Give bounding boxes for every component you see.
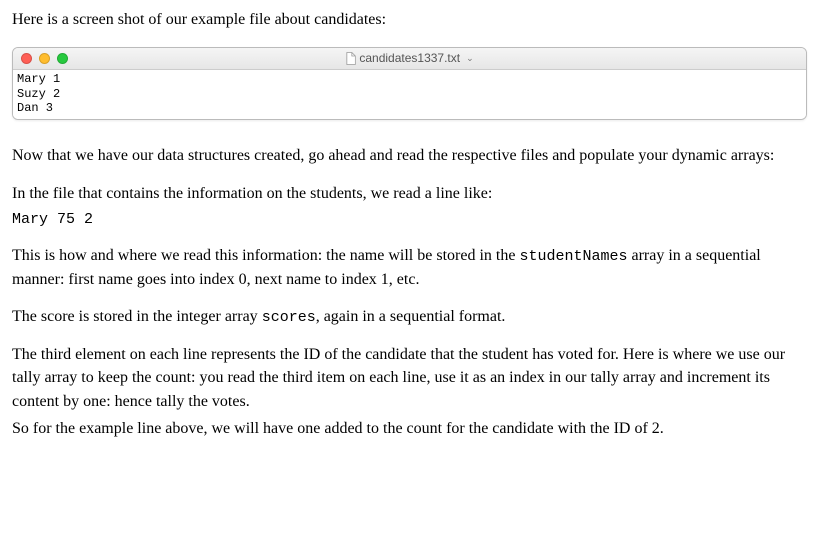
close-icon[interactable] [21, 53, 32, 64]
filename-label: candidates1337.txt [359, 50, 460, 67]
body-paragraph: In the file that contains the informatio… [12, 182, 807, 205]
file-line: Dan 3 [17, 101, 53, 115]
file-icon [345, 52, 355, 65]
window-titlebar: candidates1337.txt ⌄ [13, 48, 806, 70]
body-paragraph: The score is stored in the integer array… [12, 305, 807, 329]
body-paragraph: Now that we have our data structures cre… [12, 144, 807, 167]
intro-text: Here is a screen shot of our example fil… [12, 8, 807, 31]
text-editor-window: candidates1337.txt ⌄ Mary 1 Suzy 2 Dan 3 [12, 47, 807, 120]
body-paragraph: The third element on each line represent… [12, 343, 807, 413]
window-controls [21, 53, 68, 64]
text-span: , again in a sequential format. [316, 308, 506, 325]
code-identifier: scores [262, 309, 316, 326]
maximize-icon[interactable] [57, 53, 68, 64]
minimize-icon[interactable] [39, 53, 50, 64]
text-span: This is how and where we read this infor… [12, 247, 519, 264]
file-line: Mary 1 [17, 72, 60, 86]
code-identifier: studentNames [519, 248, 627, 265]
window-title: candidates1337.txt ⌄ [345, 50, 473, 67]
text-span: The score is stored in the integer array [12, 308, 262, 325]
code-line: Mary 75 2 [12, 209, 807, 231]
chevron-down-icon[interactable]: ⌄ [466, 52, 474, 65]
body-paragraph: This is how and where we read this infor… [12, 244, 807, 291]
file-line: Suzy 2 [17, 87, 60, 101]
body-paragraph: So for the example line above, we will h… [12, 417, 807, 440]
editor-content: Mary 1 Suzy 2 Dan 3 [13, 70, 806, 119]
